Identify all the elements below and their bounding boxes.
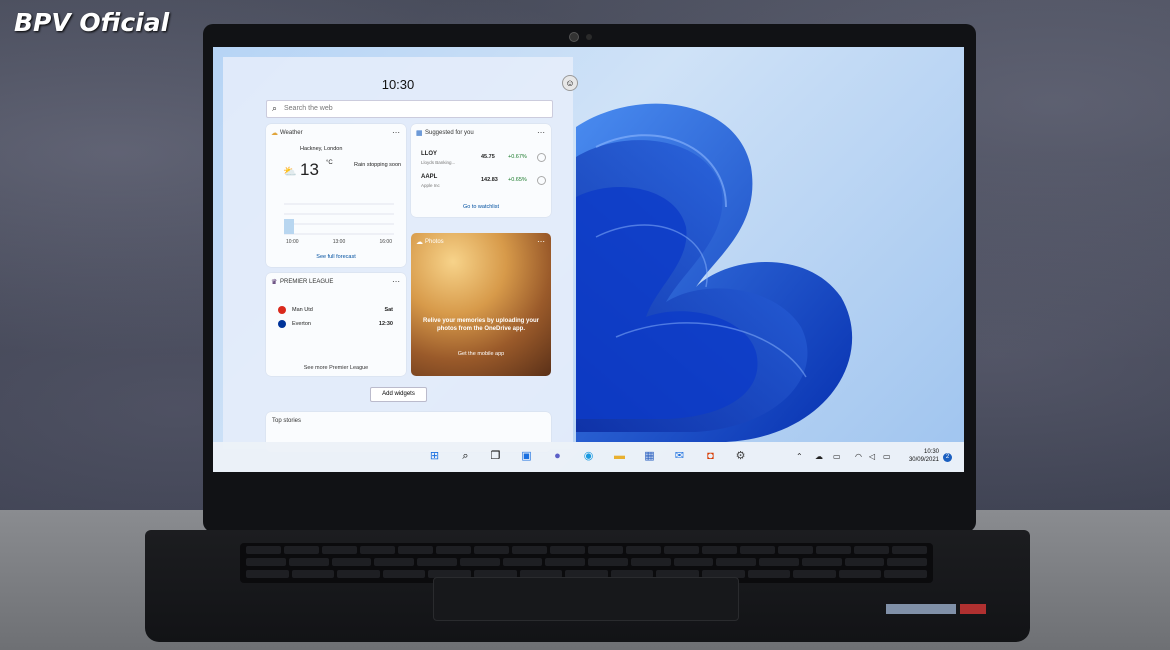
store-icon[interactable]: ▦: [643, 450, 656, 463]
stocks-icon: ▦: [416, 130, 423, 137]
partly-cloudy-icon: ⛅: [283, 166, 297, 178]
search-icon: ⌕: [272, 103, 278, 113]
onedrive-tray-icon[interactable]: ☁: [815, 452, 823, 461]
stock-symbol: AAPL: [421, 174, 438, 180]
everton-badge-icon: [278, 320, 286, 328]
top-stories-title: Top stories: [272, 418, 302, 424]
notification-badge[interactable]: 2: [943, 453, 952, 462]
weather-temperature: 13: [300, 160, 319, 179]
add-widgets-button[interactable]: Add widgets: [370, 387, 427, 402]
key-row: [246, 546, 927, 554]
stock-price: 142.83: [481, 177, 498, 183]
widgets-icon[interactable]: ▣: [520, 450, 533, 463]
key-row: [246, 558, 927, 566]
forecast-time: 13:00: [332, 239, 346, 245]
chat-icon[interactable]: ●: [551, 450, 564, 463]
add-stock-icon[interactable]: [537, 153, 546, 162]
temperature-unit: °C: [326, 160, 333, 166]
file-explorer-icon[interactable]: ▬: [613, 450, 626, 463]
taskbar: ⊞ ⌕ ❐ ▣ ● ◉ ▬ ▦ ✉ ◘ ⚙ ⌃ ☁ ▭ ◠ ◁ ▭ 10:30 …: [213, 442, 964, 472]
see-more-league-link[interactable]: See more Premier League: [266, 365, 406, 371]
search-placeholder: Search the web: [284, 105, 333, 112]
premier-league-widget[interactable]: ♛ PREMIER LEAGUE ⋯ Man Utd Sat Everton 1…: [266, 273, 406, 376]
premier-league-icon: ♛: [271, 279, 278, 286]
fixture-day: Sat: [384, 307, 393, 313]
web-search-box[interactable]: ⌕ Search the web: [266, 100, 553, 118]
battery-icon[interactable]: ▭: [883, 452, 891, 461]
settings-icon[interactable]: ⚙: [734, 450, 747, 463]
stock-name: Lloyds Banking...: [421, 160, 456, 165]
add-stock-icon[interactable]: [537, 176, 546, 185]
office-icon[interactable]: ◘: [704, 450, 717, 463]
get-mobile-app-button[interactable]: Get the mobile app: [447, 351, 515, 357]
volume-icon[interactable]: ◁: [869, 452, 875, 461]
league-title: PREMIER LEAGUE: [280, 279, 334, 285]
task-view-icon[interactable]: ❐: [489, 450, 502, 463]
widgets-panel: 10:30 ☺ ⌕ Search the web ☁ Weather ⋯ Hac…: [223, 57, 578, 452]
windows-bloom-wallpaper: [576, 103, 853, 442]
see-full-forecast-link[interactable]: See full forecast: [266, 254, 406, 260]
taskbar-clock[interactable]: 10:30 30/09/2021: [903, 448, 939, 464]
stock-change: +0.67%: [508, 154, 527, 160]
photos-title: Photos: [425, 239, 444, 245]
weather-location: Hackney, London: [300, 146, 343, 152]
spec-sticker: [886, 604, 956, 614]
forecast-times: 10:00 13:00 16:00: [286, 239, 392, 245]
weather-condition: Rain stopping soon: [354, 162, 402, 168]
stock-change: +0.65%: [508, 177, 527, 183]
edge-icon[interactable]: ◉: [582, 450, 595, 463]
widgets-clock: 10:30: [381, 77, 415, 92]
weather-widget[interactable]: ☁ Weather ⋯ Hackney, London ⛅ 13 °C Rain…: [266, 124, 406, 267]
photos-widget[interactable]: ☁ Photos ⋯ Relive your memories by uploa…: [411, 233, 551, 376]
desktop-screen: 10:30 ☺ ⌕ Search the web ☁ Weather ⋯ Hac…: [213, 47, 964, 472]
weather-title: Weather: [280, 130, 303, 136]
webcam-sensor: [586, 34, 592, 40]
wifi-icon[interactable]: ◠: [855, 452, 862, 461]
trackpad: [433, 577, 739, 621]
suggested-title: Suggested for you: [425, 130, 474, 136]
forecast-time: 16:00: [379, 239, 392, 245]
weather-icon: ☁: [271, 130, 278, 137]
go-to-watchlist-link[interactable]: Go to watchlist: [411, 204, 551, 210]
stock-row[interactable]: LLOY Lloyds Banking... 45.75 +0.67%: [421, 151, 546, 171]
search-icon[interactable]: ⌕: [459, 450, 472, 463]
fixture-time: 12:30: [378, 321, 393, 327]
team-name: Everton: [292, 321, 311, 327]
user-avatar[interactable]: ☺: [562, 75, 578, 91]
watermark: BPV Oficial: [14, 8, 170, 37]
more-options-icon[interactable]: ⋯: [537, 128, 545, 137]
chevron-up-icon[interactable]: ⌃: [796, 452, 803, 461]
taskbar-time: 10:30: [923, 449, 939, 455]
precipitation-chart: [284, 203, 394, 235]
photos-message: Relive your memories by uploading your p…: [422, 318, 540, 332]
forecast-time: 10:00: [286, 239, 299, 245]
webcam: [569, 32, 579, 42]
more-options-icon[interactable]: ⋯: [392, 128, 400, 137]
taskbar-date: 30/09/2021: [908, 457, 939, 463]
more-options-icon[interactable]: ⋯: [537, 237, 545, 246]
device-tray-icon[interactable]: ▭: [833, 452, 841, 461]
team-name: Man Utd: [292, 307, 313, 313]
stock-row[interactable]: AAPL Apple Inc 142.83 +0.65%: [421, 174, 546, 194]
stock-name: Apple Inc: [421, 183, 440, 188]
more-options-icon[interactable]: ⋯: [392, 277, 400, 286]
stock-price: 45.75: [481, 154, 495, 160]
start-icon[interactable]: ⊞: [428, 450, 441, 463]
fixture-row[interactable]: Everton 12:30: [278, 320, 393, 332]
mail-icon[interactable]: ✉: [673, 450, 686, 463]
fixture-row[interactable]: Man Utd Sat: [278, 306, 393, 318]
man-utd-badge-icon: [278, 306, 286, 314]
onedrive-icon: ☁: [416, 239, 423, 246]
suggested-widget[interactable]: ▦ Suggested for you ⋯ LLOY Lloyds Bankin…: [411, 124, 551, 217]
stock-symbol: LLOY: [421, 151, 437, 157]
amd-sticker: [960, 604, 986, 614]
